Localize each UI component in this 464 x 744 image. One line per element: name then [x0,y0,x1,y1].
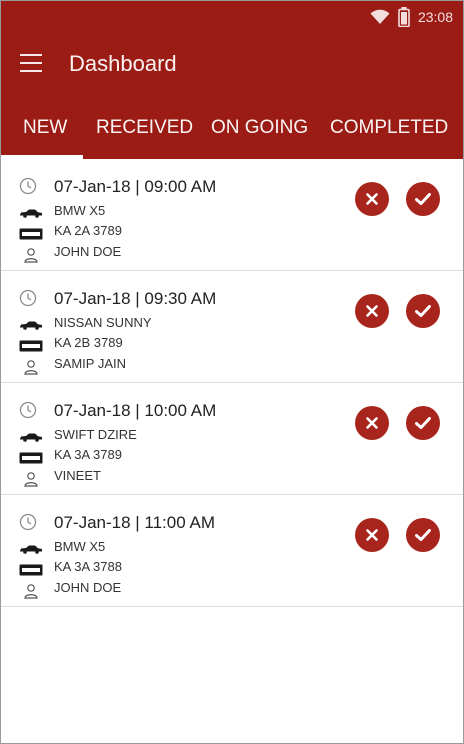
booking-datetime: 07-Jan-18 | 09:30 AM [54,289,217,308]
plate-icon [19,564,43,576]
booking-datetime: 07-Jan-18 | 09:00 AM [54,177,217,196]
tab-ongoing[interactable]: ON GOING [211,117,308,139]
status-icons: 23:08 [370,7,453,27]
reject-button[interactable] [355,294,389,328]
car-model: SWIFT DZIRE [54,427,137,442]
accept-button[interactable] [406,406,440,440]
check-icon [415,417,431,429]
status-time: 23:08 [417,9,453,25]
booking-card[interactable]: 07-Jan-18 | 11:00 AM BMW X5 KA 3A 3788 J… [1,495,463,607]
accept-button[interactable] [406,518,440,552]
reject-button[interactable] [355,406,389,440]
booking-list: 07-Jan-18 | 09:00 AM BMW X5 KA 2A 3789 J… [1,159,463,607]
booking-datetime: 07-Jan-18 | 11:00 AM [54,513,215,532]
booking-card[interactable]: 07-Jan-18 | 10:00 AM SWIFT DZIRE KA 3A 3… [1,383,463,495]
wifi-icon [370,9,390,24]
user-icon [24,248,38,263]
user-icon [24,472,38,487]
car-icon [20,321,42,330]
battery-icon [398,7,410,27]
booking-card[interactable]: 07-Jan-18 | 09:30 AM NISSAN SUNNY KA 2B … [1,271,463,383]
user-icon [24,584,38,599]
license-plate: KA 2B 3789 [54,335,123,350]
plate-icon [19,228,43,240]
plate-icon [19,452,43,464]
tab-received[interactable]: RECEIVED [96,117,193,139]
menu-icon[interactable] [20,53,44,73]
booking-card[interactable]: 07-Jan-18 | 09:00 AM BMW X5 KA 2A 3789 J… [1,159,463,271]
tab-bar: NEW RECEIVED ON GOING COMPLETED [1,99,463,159]
license-plate: KA 2A 3789 [54,223,122,238]
car-icon [20,545,42,554]
car-model: BMW X5 [54,539,106,554]
page-title: Dashboard [69,51,177,76]
close-icon [366,529,378,541]
customer-name: JOHN DOE [54,244,122,259]
phone-screen: 23:08 Dashboard NEW RECEIVED ON GOING CO… [0,0,464,744]
car-icon [20,433,42,442]
clock-icon [19,289,37,307]
customer-name: VINEET [54,468,101,483]
reject-button[interactable] [355,182,389,216]
tab-completed[interactable]: COMPLETED [330,117,448,139]
close-icon [366,417,378,429]
check-icon [415,529,431,541]
check-icon [415,193,431,205]
close-icon [366,305,378,317]
accept-button[interactable] [406,294,440,328]
car-model: NISSAN SUNNY [54,315,152,330]
car-model: BMW X5 [54,203,106,218]
reject-button[interactable] [355,518,389,552]
check-icon [415,305,431,317]
app-bar: Dashboard [1,33,463,99]
customer-name: SAMIP JAIN [54,356,127,371]
license-plate: KA 3A 3788 [54,559,122,574]
booking-datetime: 07-Jan-18 | 10:00 AM [54,401,217,420]
accept-button[interactable] [406,182,440,216]
plate-icon [19,340,43,352]
user-icon [24,360,38,375]
status-bar: 23:08 [1,1,463,33]
clock-icon [19,513,37,531]
close-icon [366,193,378,205]
car-icon [20,209,42,218]
license-plate: KA 3A 3789 [54,447,122,462]
clock-icon [19,401,37,419]
clock-icon [19,177,37,195]
tab-new[interactable]: NEW [23,117,67,139]
customer-name: JOHN DOE [54,580,122,595]
